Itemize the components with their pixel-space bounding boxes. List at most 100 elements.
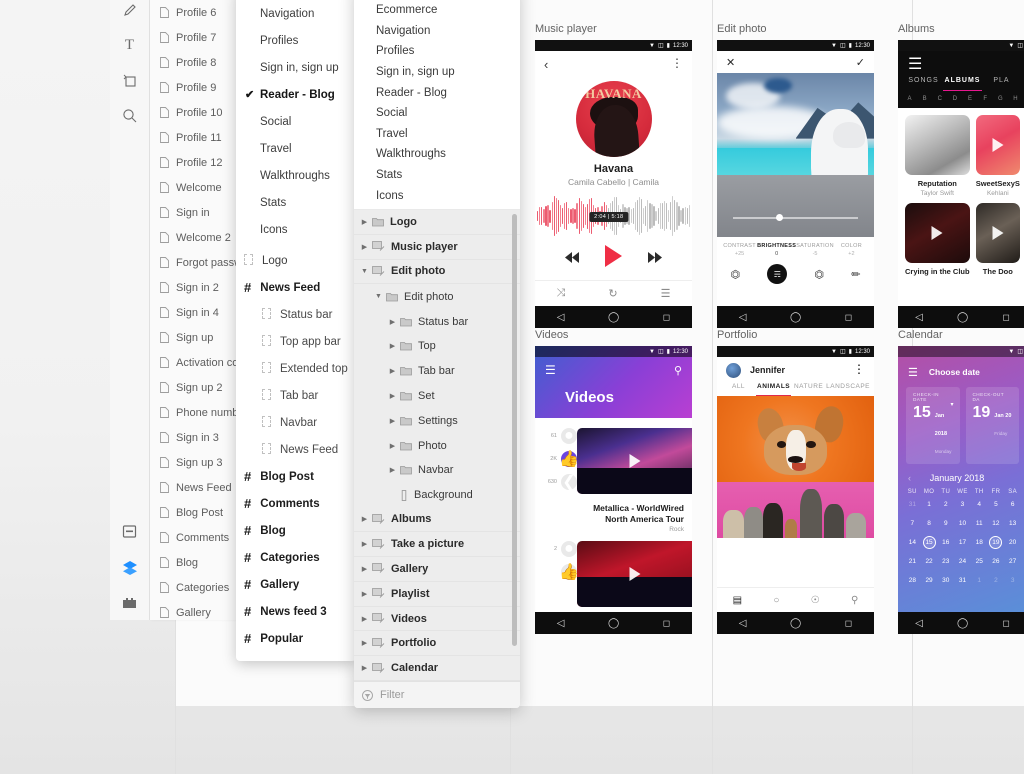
menu-sublayer-item[interactable]: Status bar <box>236 301 356 328</box>
nav-back-icon[interactable]: ◁ <box>739 312 747 323</box>
calendar-day[interactable]: 16 <box>937 533 954 552</box>
layer-tree-row[interactable]: ▼ Edit photo <box>354 259 520 285</box>
calendar-day[interactable]: 30 <box>937 571 954 590</box>
disclosure-triangle-icon[interactable]: ▶ <box>360 565 369 573</box>
overflow-menu-icon[interactable]: ⋮ <box>671 57 683 69</box>
menu-category-item[interactable]: Walkthroughs <box>236 162 356 189</box>
menu-category-item[interactable]: Travel <box>236 135 356 162</box>
disclosure-triangle-icon[interactable]: ▶ <box>388 318 397 326</box>
menu-layer-item[interactable]: Logo <box>236 247 356 274</box>
layer-tree-row[interactable]: ▶ Top <box>354 333 520 359</box>
nav-recents-icon[interactable]: ◻ <box>845 618 852 629</box>
disclosure-triangle-icon[interactable]: ▶ <box>360 664 369 672</box>
layer-tree-row[interactable]: ▼ Edit photo <box>354 284 520 310</box>
alphabet-letter[interactable]: B <box>917 96 932 102</box>
nav-home-icon[interactable]: ◯ <box>790 618 801 629</box>
calendar-day[interactable]: 28 <box>904 571 921 590</box>
comment-icon[interactable]: ● <box>561 540 577 558</box>
layers-category-item[interactable]: Profiles <box>354 41 520 62</box>
disclosure-triangle-icon[interactable]: ▶ <box>360 639 369 647</box>
menu-category-item[interactable]: Sign in, sign up <box>236 54 356 81</box>
nav-home-icon[interactable]: ◯ <box>790 312 801 323</box>
play-icon[interactable] <box>629 567 640 582</box>
menu-sublayer-item[interactable]: Tab bar <box>236 382 356 409</box>
disclosure-triangle-icon[interactable]: ▶ <box>360 590 369 598</box>
alphabet-letter[interactable]: D <box>947 96 962 102</box>
feed-icon[interactable]: ▤ <box>733 595 742 606</box>
check-in-field[interactable]: CHECK-IN DATE 15 Jan 2018 Monday ▾ <box>906 387 960 464</box>
menu-layer-item[interactable]: # Comments <box>236 490 356 517</box>
disclosure-triangle-icon[interactable]: ▶ <box>388 466 397 474</box>
share-action[interactable]: 630 ❮ <box>535 474 577 491</box>
layers-scrollbar[interactable] <box>512 214 517 646</box>
menu-layer-item[interactable]: # News feed 3 <box>236 598 356 625</box>
album-card[interactable]: Reputation Taylor Swift <box>905 115 970 197</box>
calendar-day[interactable]: 17 <box>954 533 971 552</box>
calendar-day[interactable]: 2 <box>937 495 954 514</box>
layers-panel[interactable]: Ecommerce Navigation Profiles Sign in, sign… <box>354 0 520 708</box>
filters-icon[interactable]: ⏣ <box>814 268 824 281</box>
comment-action[interactable]: 61 ● <box>535 427 577 444</box>
layers-category-item[interactable]: Sign in, sign up <box>354 62 520 83</box>
albums-tab[interactable]: SONGS <box>904 77 943 91</box>
alphabet-letter[interactable]: G <box>993 96 1008 102</box>
layer-tree-row[interactable]: Background <box>354 482 520 508</box>
artboard-albums[interactable]: Albums ▼ ◫ ☰ SONGS ALBUMS PLA ABCDEFGH Rep… <box>898 23 1024 328</box>
menu-category-item[interactable]: Icons <box>236 216 356 243</box>
artboard-videos[interactable]: Videos ▼ ◫ ▮ 12:30 ☰ ⚲ Videos 61 ● 2K 👍 … <box>535 329 692 634</box>
alphabet-letter[interactable]: F <box>978 96 993 102</box>
alphabet-letter[interactable]: A <box>902 96 917 102</box>
albums-tabs[interactable]: SONGS ALBUMS PLA <box>898 77 1024 91</box>
brush-icon[interactable]: ✏ <box>851 268 860 281</box>
like-action[interactable]: 2K 👍 <box>535 451 579 468</box>
layers-panel-icon[interactable] <box>110 549 150 584</box>
menu-category-item[interactable]: Stats <box>236 189 356 216</box>
albums-tab[interactable]: ALBUMS <box>943 77 982 91</box>
text-tool-icon[interactable]: T <box>110 27 150 62</box>
video-list-item[interactable]: 61 ● 2K 👍 630 ❮ <box>535 418 692 497</box>
photo-adjust-slider[interactable] <box>733 214 858 221</box>
repeat-icon[interactable]: ↻ <box>608 287 617 300</box>
album-card[interactable]: Crying in the Club <box>905 203 970 276</box>
video-thumbnail[interactable] <box>577 541 692 608</box>
nav-home-icon[interactable]: ◯ <box>608 312 619 323</box>
next-icon[interactable] <box>648 250 662 268</box>
calendar-day[interactable]: 19 <box>988 533 1005 552</box>
calendar-day[interactable]: 2 <box>988 571 1005 590</box>
previous-icon[interactable] <box>565 250 579 268</box>
play-icon[interactable] <box>992 138 1004 152</box>
calendar-day[interactable]: 7 <box>904 514 921 533</box>
layer-tree-row[interactable]: ▶ Playlist <box>354 581 520 607</box>
album-cover[interactable] <box>905 203 970 263</box>
portfolio-tab[interactable]: ALL <box>721 383 756 396</box>
play-icon[interactable] <box>992 226 1004 240</box>
search-icon[interactable]: ⚲ <box>674 364 682 377</box>
calendar-day[interactable]: 13 <box>1004 514 1021 533</box>
pen-tool-icon[interactable] <box>110 0 150 27</box>
artboard-tool-icon[interactable] <box>110 63 150 98</box>
layers-category-item[interactable]: Navigation <box>354 21 520 42</box>
calendar-day[interactable]: 25 <box>971 552 988 571</box>
nav-back-icon[interactable]: ◁ <box>557 312 565 323</box>
portfolio-tab[interactable]: NATURE <box>791 383 826 396</box>
nav-recents-icon[interactable]: ◻ <box>1002 312 1009 323</box>
album-cover[interactable] <box>905 115 970 175</box>
calendar-day[interactable]: 24 <box>954 552 971 571</box>
album-card[interactable]: SweetSexyS Kehlani <box>975 115 1020 197</box>
search-icon[interactable]: ⚲ <box>851 595 858 606</box>
play-icon[interactable] <box>931 226 943 240</box>
disclosure-triangle-icon[interactable]: ▶ <box>360 540 369 548</box>
layers-category-item[interactable]: Reader - Blog <box>354 82 520 103</box>
play-icon[interactable] <box>629 454 640 468</box>
portfolio-tabs[interactable]: ALL ANIMALS NATURE LANDSCAPE <box>717 383 874 396</box>
nav-recents-icon[interactable]: ◻ <box>663 312 670 323</box>
artboard-calendar[interactable]: Calendar ▼ ◫ ☰ Choose date CHECK-IN DATE… <box>898 329 1024 634</box>
video-thumbnail[interactable] <box>577 428 692 494</box>
disclosure-triangle-icon[interactable]: ▶ <box>388 442 397 450</box>
close-icon[interactable]: ✕ <box>726 56 735 69</box>
disclosure-triangle-icon[interactable]: ▶ <box>360 243 369 251</box>
template-category-menu[interactable]: Navigation Profiles Sign in, sign up ✔ Reade… <box>236 0 356 661</box>
check-out-field[interactable]: CHECK-OUT DA 19 Jan 20 Friday <box>965 387 1019 464</box>
layer-tree-row[interactable]: ▶ Videos <box>354 606 520 632</box>
calendar-day[interactable]: 31 <box>904 495 921 514</box>
